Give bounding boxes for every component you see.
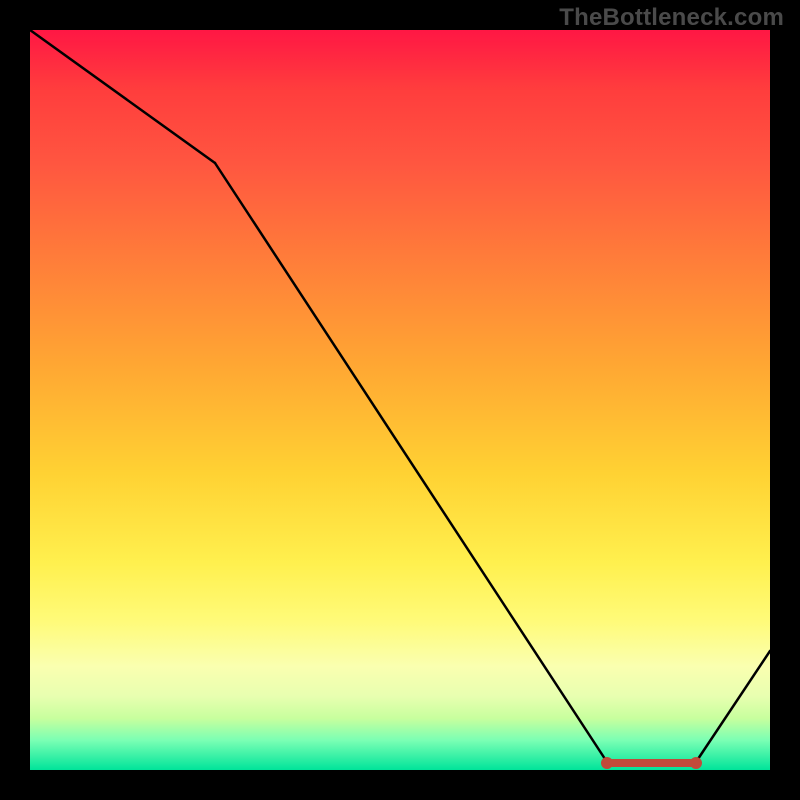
highlight-band: [601, 757, 702, 769]
main-curve: [30, 30, 770, 762]
plot-svg: [30, 30, 770, 770]
plot-area: [30, 30, 770, 770]
chart-frame: TheBottleneck.com: [0, 0, 800, 800]
watermark-text: TheBottleneck.com: [559, 4, 784, 32]
